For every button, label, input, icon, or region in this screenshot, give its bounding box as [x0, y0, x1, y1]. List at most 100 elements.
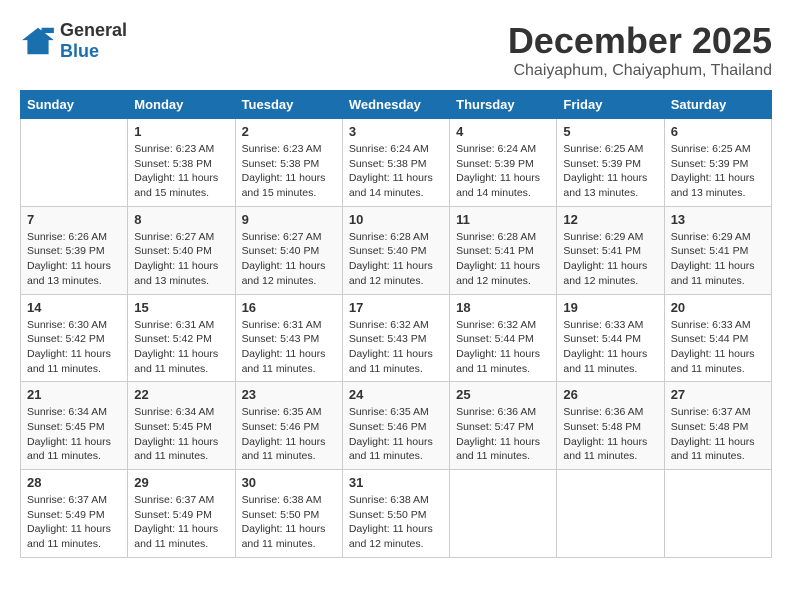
day-info: Sunrise: 6:38 AM Sunset: 5:50 PM Dayligh… [242, 493, 336, 552]
day-number: 12 [563, 212, 657, 227]
day-info: Sunrise: 6:25 AM Sunset: 5:39 PM Dayligh… [563, 142, 657, 201]
calendar-table: SundayMondayTuesdayWednesdayThursdayFrid… [20, 90, 772, 558]
day-info: Sunrise: 6:34 AM Sunset: 5:45 PM Dayligh… [27, 405, 121, 464]
day-number: 18 [456, 300, 550, 315]
calendar-cell: 10 Sunrise: 6:28 AM Sunset: 5:40 PM Dayli… [342, 206, 449, 294]
weekday-header: Monday [128, 91, 235, 119]
day-info: Sunrise: 6:32 AM Sunset: 5:44 PM Dayligh… [456, 318, 550, 377]
day-info: Sunrise: 6:33 AM Sunset: 5:44 PM Dayligh… [563, 318, 657, 377]
calendar-cell: 5Sunrise: 6:25 AM Sunset: 5:39 PM Daylig… [557, 119, 664, 207]
weekday-header: Saturday [664, 91, 771, 119]
calendar-week-row: 7 Sunrise: 6:26 AM Sunset: 5:39 PM Daylig… [21, 206, 772, 294]
day-number: 17 [349, 300, 443, 315]
day-number: 20 [671, 300, 765, 315]
day-info: Sunrise: 6:37 AM Sunset: 5:48 PM Dayligh… [671, 405, 765, 464]
day-info: Sunrise: 6:30 AM Sunset: 5:42 PM Dayligh… [27, 318, 121, 377]
day-number: 10 [349, 212, 443, 227]
calendar-header-row: SundayMondayTuesdayWednesdayThursdayFrid… [21, 91, 772, 119]
calendar-cell: 12 Sunrise: 6:29 AM Sunset: 5:41 PM Dayli… [557, 206, 664, 294]
weekday-header: Wednesday [342, 91, 449, 119]
calendar-cell: 13 Sunrise: 6:29 AM Sunset: 5:41 PM Dayli… [664, 206, 771, 294]
calendar-cell: 15Sunrise: 6:31 AM Sunset: 5:42 PM Dayli… [128, 294, 235, 382]
day-info: Sunrise: 6:24 AM Sunset: 5:39 PM Dayligh… [456, 142, 550, 201]
day-info: Sunrise: 6:32 AM Sunset: 5:43 PM Dayligh… [349, 318, 443, 377]
day-number: 2 [242, 124, 336, 139]
calendar-cell: 17 Sunrise: 6:32 AM Sunset: 5:43 PM Dayli… [342, 294, 449, 382]
day-number: 22 [134, 387, 228, 402]
calendar-cell [21, 119, 128, 207]
calendar-cell: 4 Sunrise: 6:24 AM Sunset: 5:39 PM Daylig… [450, 119, 557, 207]
calendar-cell: 21 Sunrise: 6:34 AM Sunset: 5:45 PM Dayli… [21, 382, 128, 470]
calendar-cell [557, 470, 664, 558]
calendar-cell: 23Sunrise: 6:35 AM Sunset: 5:46 PM Dayli… [235, 382, 342, 470]
day-info: Sunrise: 6:27 AM Sunset: 5:40 PM Dayligh… [242, 230, 336, 289]
day-info: Sunrise: 6:34 AM Sunset: 5:45 PM Dayligh… [134, 405, 228, 464]
day-number: 13 [671, 212, 765, 227]
day-info: Sunrise: 6:37 AM Sunset: 5:49 PM Dayligh… [27, 493, 121, 552]
day-info: Sunrise: 6:26 AM Sunset: 5:39 PM Dayligh… [27, 230, 121, 289]
page-header: General Blue December 2025 Chaiyaphum, C… [20, 20, 772, 80]
calendar-cell: 18 Sunrise: 6:32 AM Sunset: 5:44 PM Dayli… [450, 294, 557, 382]
day-number: 25 [456, 387, 550, 402]
calendar-cell: 29 Sunrise: 6:37 AM Sunset: 5:49 PM Dayli… [128, 470, 235, 558]
calendar-cell: 11 Sunrise: 6:28 AM Sunset: 5:41 PM Dayli… [450, 206, 557, 294]
day-info: Sunrise: 6:36 AM Sunset: 5:47 PM Dayligh… [456, 405, 550, 464]
day-number: 26 [563, 387, 657, 402]
calendar-cell: 6 Sunrise: 6:25 AM Sunset: 5:39 PM Daylig… [664, 119, 771, 207]
day-number: 29 [134, 475, 228, 490]
calendar-cell: 7 Sunrise: 6:26 AM Sunset: 5:39 PM Daylig… [21, 206, 128, 294]
calendar-cell: 27 Sunrise: 6:37 AM Sunset: 5:48 PM Dayli… [664, 382, 771, 470]
calendar-cell: 3Sunrise: 6:24 AM Sunset: 5:38 PM Daylig… [342, 119, 449, 207]
title-area: December 2025 Chaiyaphum, Chaiyaphum, Th… [508, 20, 772, 80]
day-info: Sunrise: 6:23 AM Sunset: 5:38 PM Dayligh… [134, 142, 228, 201]
day-number: 3 [349, 124, 443, 139]
day-number: 9 [242, 212, 336, 227]
day-number: 14 [27, 300, 121, 315]
day-number: 4 [456, 124, 550, 139]
logo-text: General Blue [60, 20, 127, 62]
weekday-header: Thursday [450, 91, 557, 119]
calendar-cell: 22 Sunrise: 6:34 AM Sunset: 5:45 PM Dayli… [128, 382, 235, 470]
day-info: Sunrise: 6:31 AM Sunset: 5:43 PM Dayligh… [242, 318, 336, 377]
day-info: Sunrise: 6:28 AM Sunset: 5:41 PM Dayligh… [456, 230, 550, 289]
calendar-cell [450, 470, 557, 558]
day-info: Sunrise: 6:28 AM Sunset: 5:40 PM Dayligh… [349, 230, 443, 289]
weekday-header: Sunday [21, 91, 128, 119]
calendar-cell: 9 Sunrise: 6:27 AM Sunset: 5:40 PM Daylig… [235, 206, 342, 294]
calendar-cell: 26 Sunrise: 6:36 AM Sunset: 5:48 PM Dayli… [557, 382, 664, 470]
day-info: Sunrise: 6:29 AM Sunset: 5:41 PM Dayligh… [671, 230, 765, 289]
weekday-header: Tuesday [235, 91, 342, 119]
calendar-cell: 20Sunrise: 6:33 AM Sunset: 5:44 PM Dayli… [664, 294, 771, 382]
logo-icon [20, 26, 56, 56]
day-info: Sunrise: 6:23 AM Sunset: 5:38 PM Dayligh… [242, 142, 336, 201]
day-info: Sunrise: 6:31 AM Sunset: 5:42 PM Dayligh… [134, 318, 228, 377]
day-number: 30 [242, 475, 336, 490]
calendar-cell: 25 Sunrise: 6:36 AM Sunset: 5:47 PM Dayli… [450, 382, 557, 470]
calendar-cell: 19 Sunrise: 6:33 AM Sunset: 5:44 PM Dayli… [557, 294, 664, 382]
calendar-cell: 24Sunrise: 6:35 AM Sunset: 5:46 PM Dayli… [342, 382, 449, 470]
day-number: 24 [349, 387, 443, 402]
day-number: 6 [671, 124, 765, 139]
day-number: 23 [242, 387, 336, 402]
calendar-cell: 31Sunrise: 6:38 AM Sunset: 5:50 PM Dayli… [342, 470, 449, 558]
day-info: Sunrise: 6:29 AM Sunset: 5:41 PM Dayligh… [563, 230, 657, 289]
day-info: Sunrise: 6:37 AM Sunset: 5:49 PM Dayligh… [134, 493, 228, 552]
day-number: 28 [27, 475, 121, 490]
day-number: 19 [563, 300, 657, 315]
calendar-cell: 28 Sunrise: 6:37 AM Sunset: 5:49 PM Dayli… [21, 470, 128, 558]
day-number: 11 [456, 212, 550, 227]
day-number: 27 [671, 387, 765, 402]
day-info: Sunrise: 6:25 AM Sunset: 5:39 PM Dayligh… [671, 142, 765, 201]
day-info: Sunrise: 6:36 AM Sunset: 5:48 PM Dayligh… [563, 405, 657, 464]
calendar-cell: 16 Sunrise: 6:31 AM Sunset: 5:43 PM Dayli… [235, 294, 342, 382]
day-number: 16 [242, 300, 336, 315]
location-subtitle: Chaiyaphum, Chaiyaphum, Thailand [508, 62, 772, 80]
logo: General Blue [20, 20, 127, 62]
day-number: 7 [27, 212, 121, 227]
calendar-cell: 14 Sunrise: 6:30 AM Sunset: 5:42 PM Dayli… [21, 294, 128, 382]
day-number: 21 [27, 387, 121, 402]
calendar-cell [664, 470, 771, 558]
calendar-week-row: 21 Sunrise: 6:34 AM Sunset: 5:45 PM Dayli… [21, 382, 772, 470]
calendar-cell: 30 Sunrise: 6:38 AM Sunset: 5:50 PM Dayli… [235, 470, 342, 558]
calendar-cell: 2 Sunrise: 6:23 AM Sunset: 5:38 PM Daylig… [235, 119, 342, 207]
